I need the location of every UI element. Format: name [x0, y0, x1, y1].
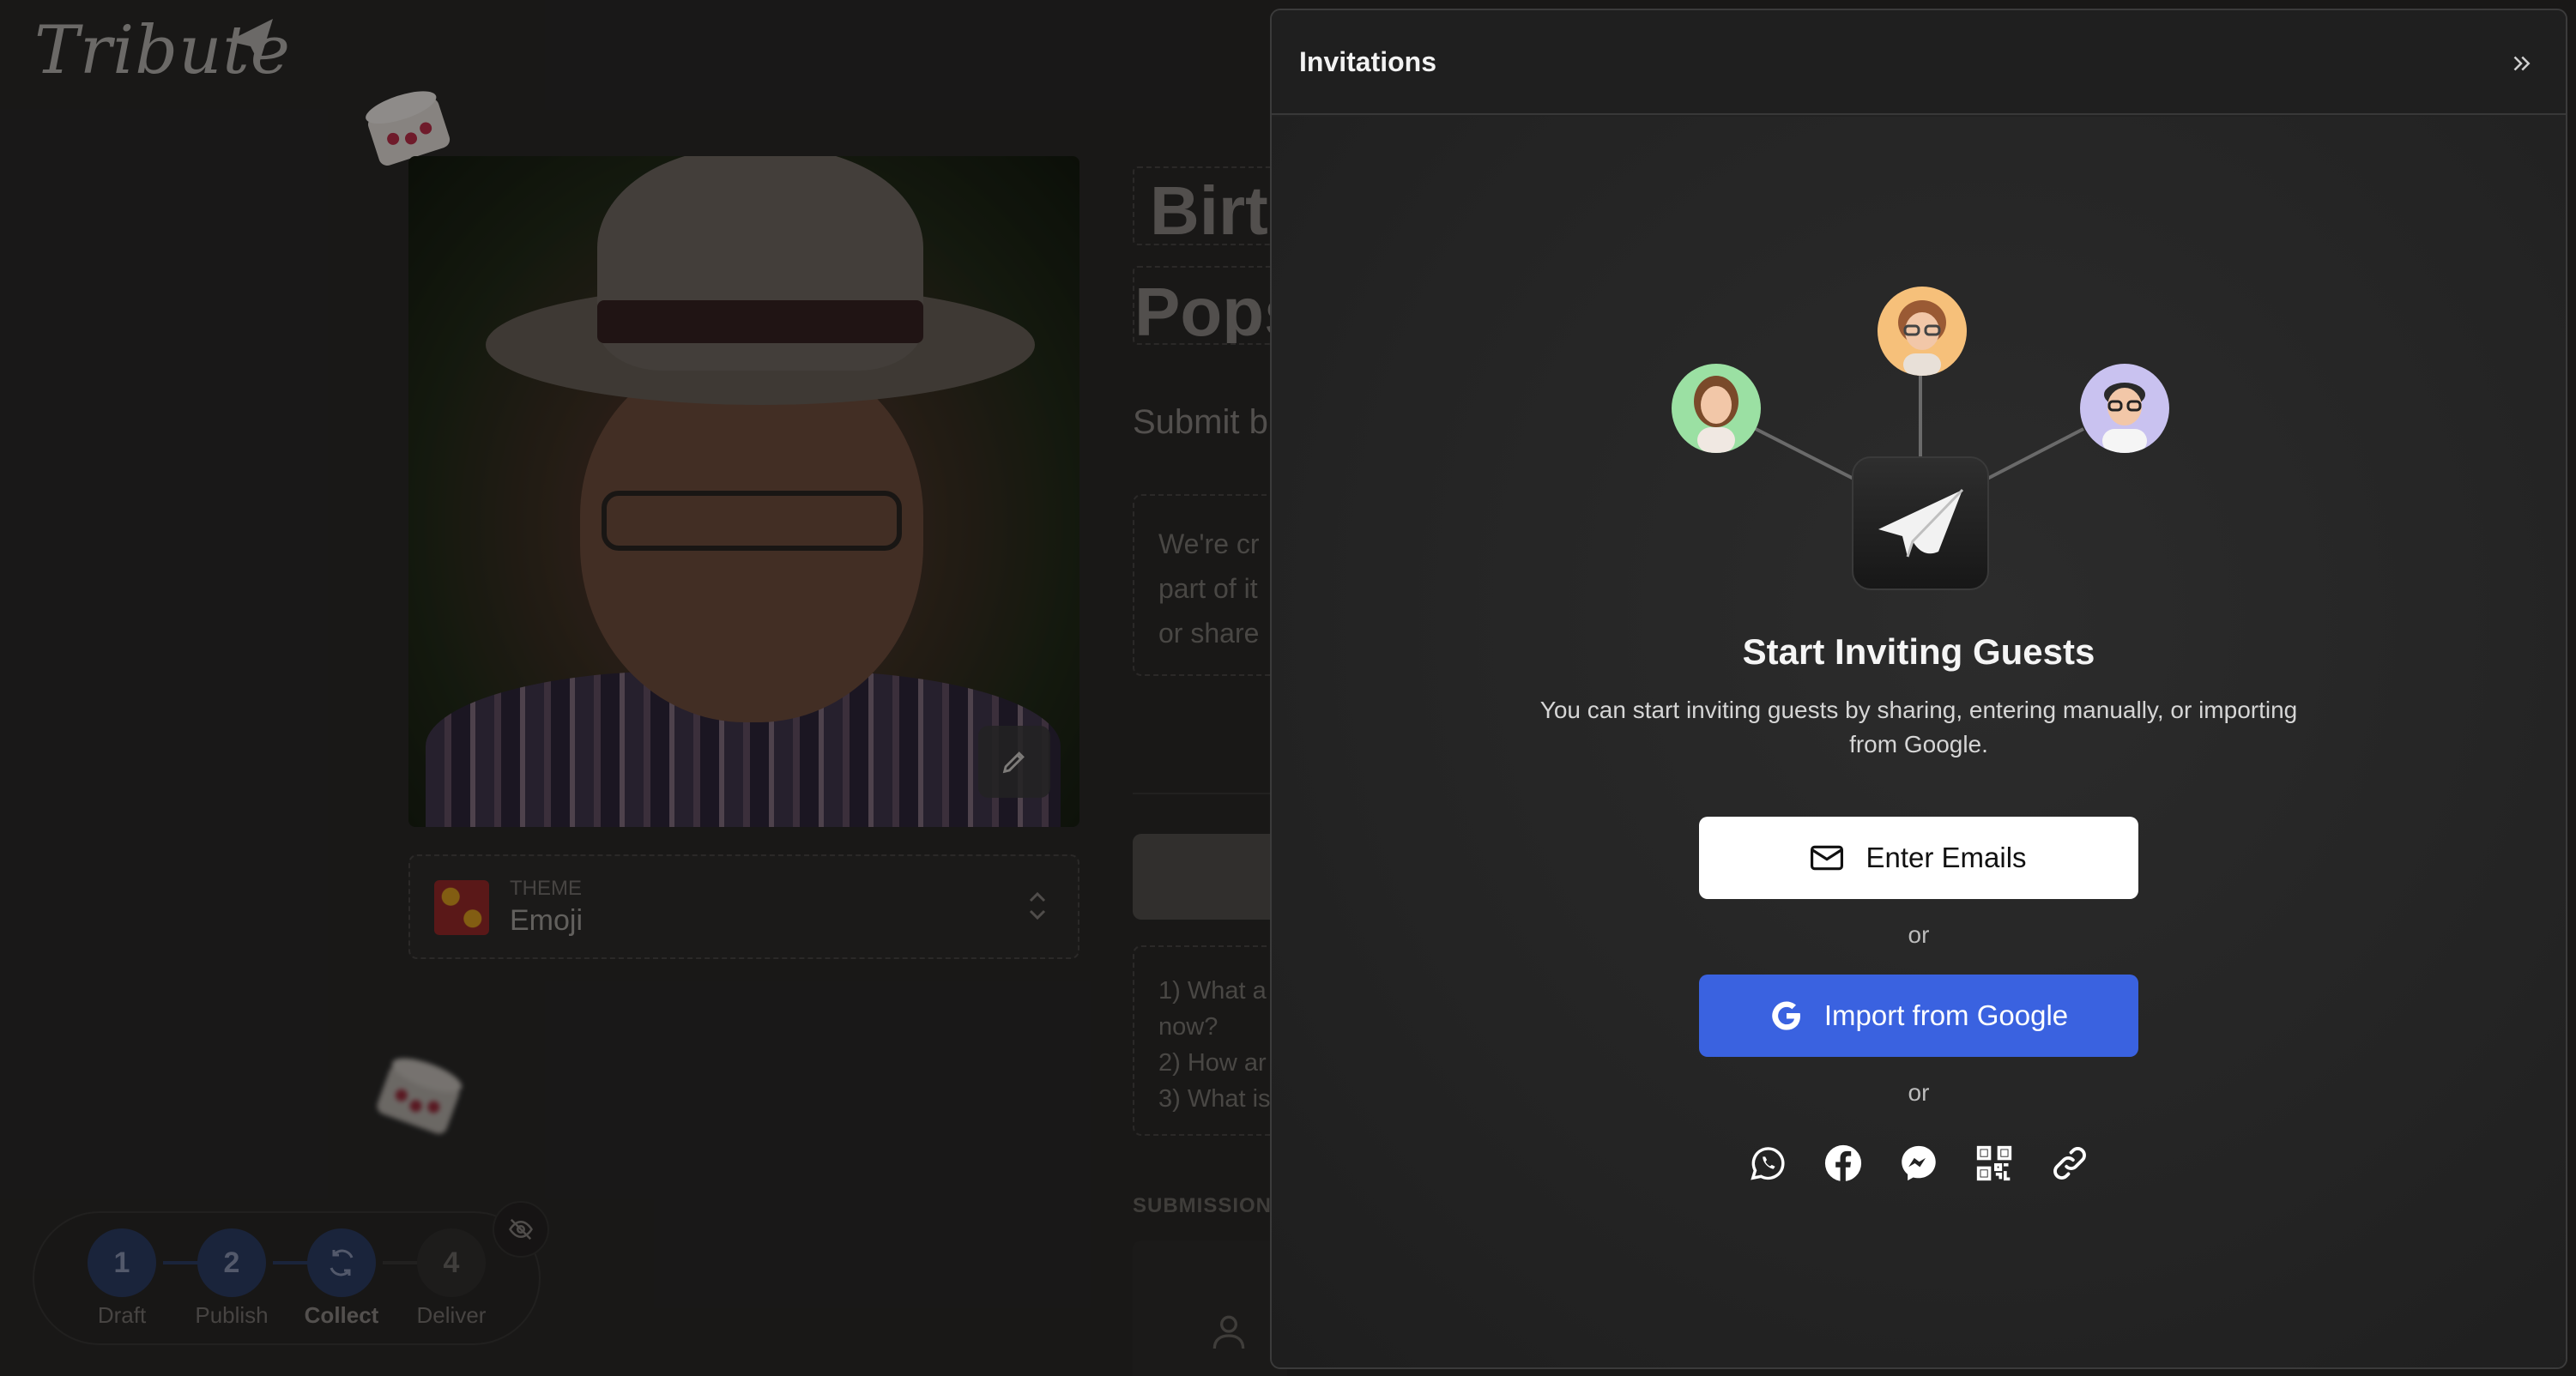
guest-avatar	[2080, 364, 2169, 453]
mail-icon	[1811, 845, 1844, 871]
share-messenger-button[interactable]	[1895, 1139, 1943, 1187]
share-options	[1744, 1139, 2095, 1187]
paper-plane-icon	[1878, 488, 1964, 558]
import-from-google-label: Import from Google	[1823, 999, 2069, 1031]
guest-avatar	[1878, 287, 1967, 376]
google-icon	[1772, 1001, 1800, 1030]
avatar-connectors	[1755, 374, 2084, 480]
or-separator: or	[1908, 1079, 1930, 1106]
link-icon	[2053, 1147, 2086, 1180]
messenger-icon	[1902, 1145, 1936, 1181]
paper-plane-tile	[1852, 456, 1989, 590]
copy-link-button[interactable]	[2046, 1139, 2094, 1187]
import-from-google-button[interactable]: Import from Google	[1699, 975, 2138, 1057]
or-separator: or	[1908, 921, 1930, 948]
empty-state-headline: Start Inviting Guests	[1742, 631, 2095, 672]
share-facebook-button[interactable]	[1819, 1139, 1867, 1187]
facebook-icon	[1824, 1144, 1862, 1182]
guest-avatar	[1672, 364, 1761, 453]
enter-emails-button[interactable]: Enter Emails	[1699, 817, 2138, 899]
share-whatsapp-button[interactable]	[1744, 1139, 1792, 1187]
empty-state-description: You can start inviting guests by sharing…	[1539, 697, 2298, 757]
qr-code-icon	[1976, 1145, 2012, 1181]
share-qr-code-button[interactable]	[1970, 1139, 2018, 1187]
enter-emails-label: Enter Emails	[1865, 842, 2027, 873]
whatsapp-icon	[1751, 1147, 1785, 1180]
